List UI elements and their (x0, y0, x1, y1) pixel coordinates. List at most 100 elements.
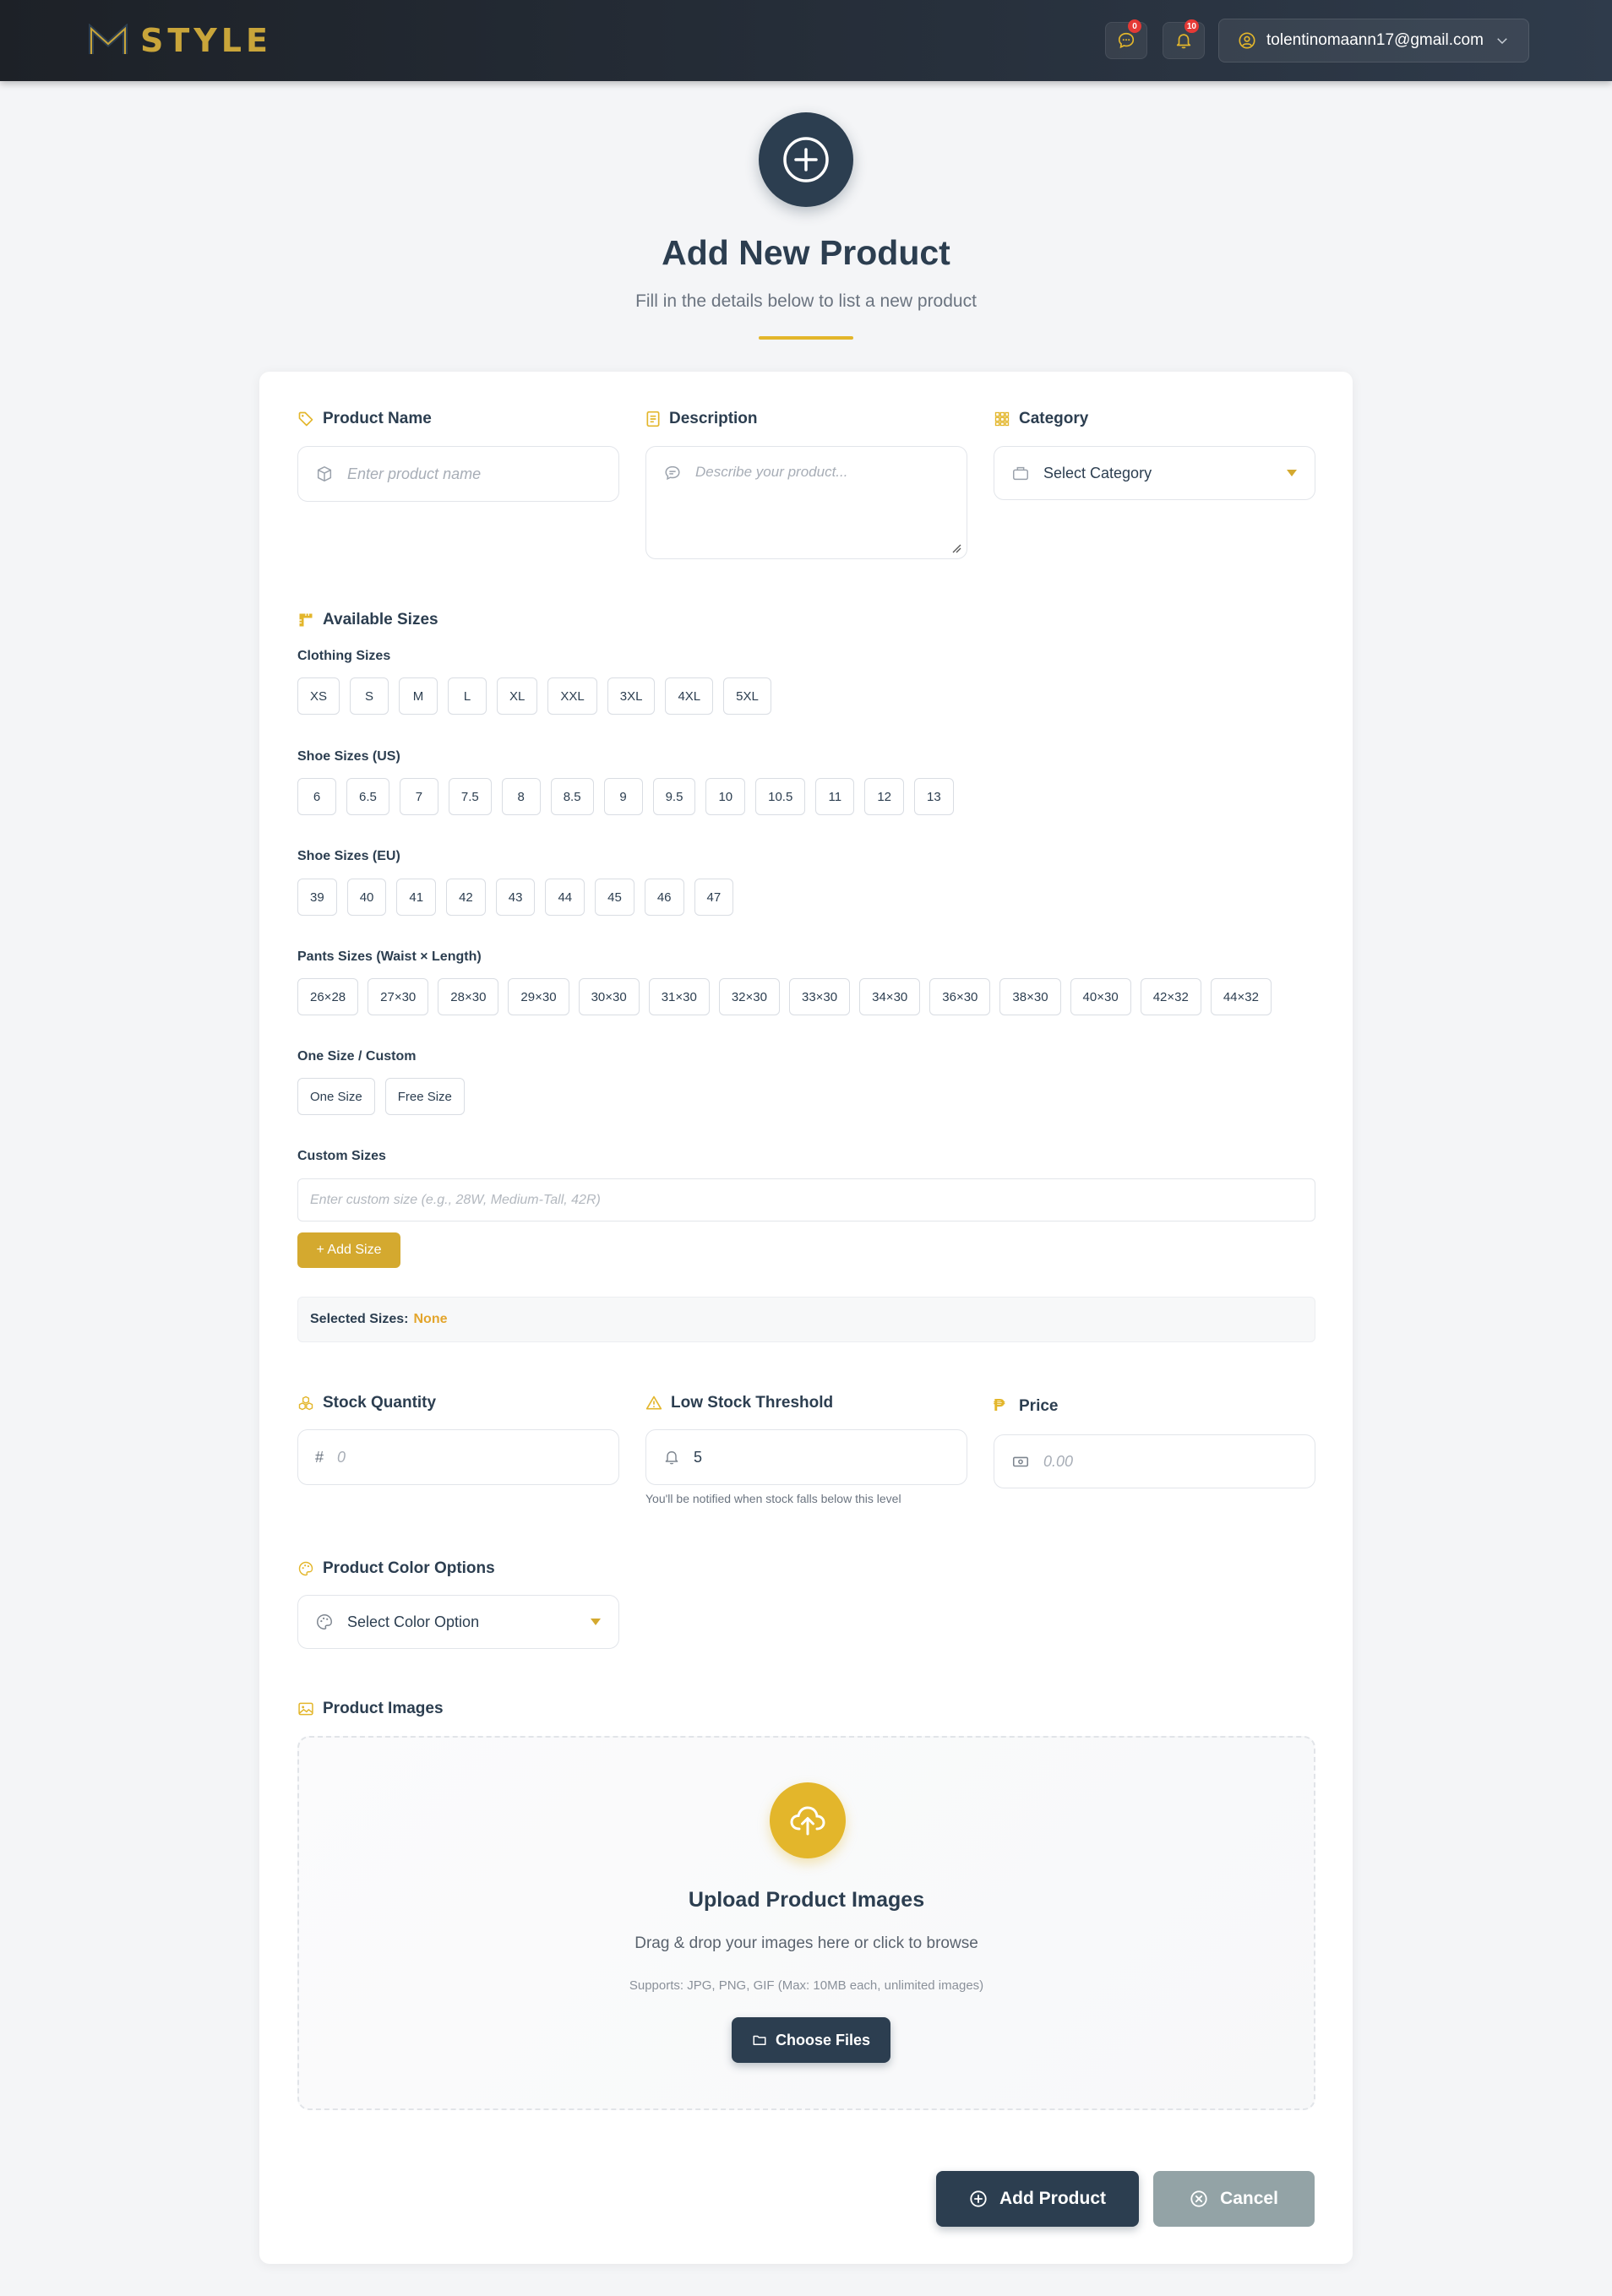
add-product-button[interactable]: Add Product (936, 2171, 1139, 2227)
size-chip[interactable]: 26×28 (297, 978, 359, 1015)
color-selected-value: Select Color Option (347, 1613, 480, 1630)
user-menu-button[interactable]: tolentinomaann17@gmail.com (1218, 19, 1529, 63)
custom-sizes-label: Custom Sizes (297, 1149, 386, 1163)
upload-instructions: Drag & drop your images here or click to… (634, 1934, 978, 1952)
size-chip[interactable]: XL (497, 677, 538, 715)
selected-sizes-summary: Selected Sizes: None (297, 1297, 1315, 1342)
size-chip[interactable]: 32×30 (718, 978, 780, 1015)
chevron-down-icon (1497, 38, 1507, 45)
size-chip[interactable]: 28×30 (438, 978, 499, 1015)
description-textarea[interactable]: Describe your product... (645, 446, 967, 559)
size-chip[interactable]: 7.5 (448, 778, 492, 815)
size-chip[interactable]: 41 (396, 879, 437, 916)
size-chip[interactable]: 46 (644, 879, 684, 916)
size-chip[interactable]: L (448, 677, 487, 715)
size-chip[interactable]: 4XL (665, 677, 714, 715)
tag-icon (298, 411, 313, 427)
stock-quantity-input[interactable]: # 0 (297, 1429, 619, 1485)
size-chip[interactable]: 47 (694, 879, 734, 916)
color-options-label: Product Color Options (297, 1559, 495, 1578)
size-chip[interactable]: 6 (297, 778, 336, 815)
top-navbar: STYLE 0 10 tolentinomaann17@gmail.com (0, 0, 1612, 81)
color-option-select[interactable]: Select Color Option (297, 1595, 619, 1649)
image-dropzone[interactable]: Upload Product Images Drag & drop your i… (297, 1736, 1315, 2110)
size-chip[interactable]: 30×30 (578, 978, 640, 1015)
folder-icon (753, 2035, 766, 2045)
brand-m-icon (89, 24, 128, 54)
size-chip[interactable]: 45 (595, 879, 634, 916)
notifications-button[interactable]: 10 (1163, 19, 1205, 59)
product-name-label: Product Name (297, 410, 432, 428)
caret-down-icon (1287, 470, 1297, 476)
size-chip[interactable]: XXL (547, 677, 597, 715)
size-chip[interactable]: 8 (501, 778, 541, 815)
product-images-label: Product Images (297, 1700, 444, 1718)
size-chip[interactable]: 10.5 (755, 778, 806, 815)
size-chip[interactable]: 10 (705, 778, 746, 815)
selected-sizes-label: Selected Sizes: (310, 1312, 409, 1326)
description-placeholder: Describe your product... (695, 464, 848, 480)
size-chip[interactable]: 34×30 (859, 978, 921, 1015)
size-chip[interactable]: 42×32 (1140, 978, 1201, 1015)
size-chip[interactable]: 11 (815, 778, 855, 815)
size-chip[interactable]: 40 (346, 879, 387, 916)
resize-handle-icon[interactable] (951, 543, 961, 553)
shoe-eu-size-options: 39 40 41 42 43 44 45 46 47 (297, 879, 734, 916)
add-size-button[interactable]: + Add Size (297, 1232, 400, 1268)
price-input[interactable]: 0.00 (994, 1434, 1315, 1488)
price-label: ₱ Price (994, 1396, 1059, 1415)
shoe-eu-sizes-label: Shoe Sizes (EU) (297, 849, 400, 863)
user-email: tolentinomaann17@gmail.com (1266, 31, 1484, 49)
size-chip[interactable]: 13 (914, 778, 954, 815)
size-chip[interactable]: Free Size (384, 1078, 465, 1115)
size-chip[interactable]: XS (297, 677, 340, 715)
brand-name: STYLE (140, 22, 272, 59)
peso-sign-icon: ₱ (994, 1396, 1005, 1415)
selected-sizes-value: None (413, 1312, 448, 1326)
caret-down-icon (591, 1619, 601, 1625)
cancel-button[interactable]: Cancel (1153, 2171, 1315, 2227)
size-chip[interactable]: 9 (603, 778, 643, 815)
size-chip[interactable]: 42 (446, 879, 486, 916)
boxes-icon (298, 1396, 313, 1411)
size-chip[interactable]: 43 (495, 879, 536, 916)
size-chip[interactable]: 7 (399, 778, 438, 815)
size-chip[interactable]: 29×30 (508, 978, 569, 1015)
size-chip[interactable]: 5XL (723, 677, 771, 715)
low-stock-threshold-input[interactable]: 5 (645, 1429, 967, 1485)
size-chip[interactable]: One Size (297, 1078, 375, 1115)
messages-button[interactable]: 0 (1105, 19, 1147, 59)
size-chip[interactable]: 27×30 (368, 978, 429, 1015)
size-chip[interactable]: 31×30 (648, 978, 710, 1015)
size-chip[interactable]: 44×32 (1210, 978, 1272, 1015)
size-chip[interactable]: 12 (864, 778, 905, 815)
size-chip[interactable]: 38×30 (999, 978, 1061, 1015)
palette-icon (298, 1561, 313, 1576)
upload-title: Upload Product Images (688, 1888, 925, 1912)
one-size-label: One Size / Custom (297, 1049, 417, 1064)
size-chip[interactable]: 36×30 (929, 978, 991, 1015)
product-name-input[interactable]: Enter product name (297, 446, 619, 502)
size-chip[interactable]: 3XL (607, 677, 656, 715)
size-chip[interactable]: 44 (545, 879, 585, 916)
size-chip[interactable]: 9.5 (652, 778, 696, 815)
page-title: Add New Product (662, 233, 950, 272)
brand-logo[interactable]: STYLE (88, 22, 272, 59)
custom-size-input[interactable]: Enter custom size (e.g., 28W, Medium-Tal… (297, 1178, 1315, 1221)
image-icon (298, 1702, 313, 1716)
description-label: Description (645, 410, 758, 428)
size-chip[interactable]: 40×30 (1070, 978, 1131, 1015)
size-chip[interactable]: 6.5 (346, 778, 389, 815)
size-chip[interactable]: 33×30 (788, 978, 851, 1015)
choose-files-button[interactable]: Choose Files (732, 2017, 890, 2063)
add-product-hero (759, 112, 853, 207)
size-chip[interactable]: 8.5 (550, 778, 594, 815)
upload-icon-circle (770, 1782, 846, 1858)
category-label: Category (994, 410, 1088, 428)
plus-circle-icon (783, 137, 829, 182)
cloud-upload-icon (790, 1806, 825, 1836)
size-chip[interactable]: M (399, 677, 438, 715)
category-select[interactable]: Select Category (994, 446, 1315, 500)
size-chip[interactable]: S (350, 677, 389, 715)
size-chip[interactable]: 39 (297, 879, 337, 916)
